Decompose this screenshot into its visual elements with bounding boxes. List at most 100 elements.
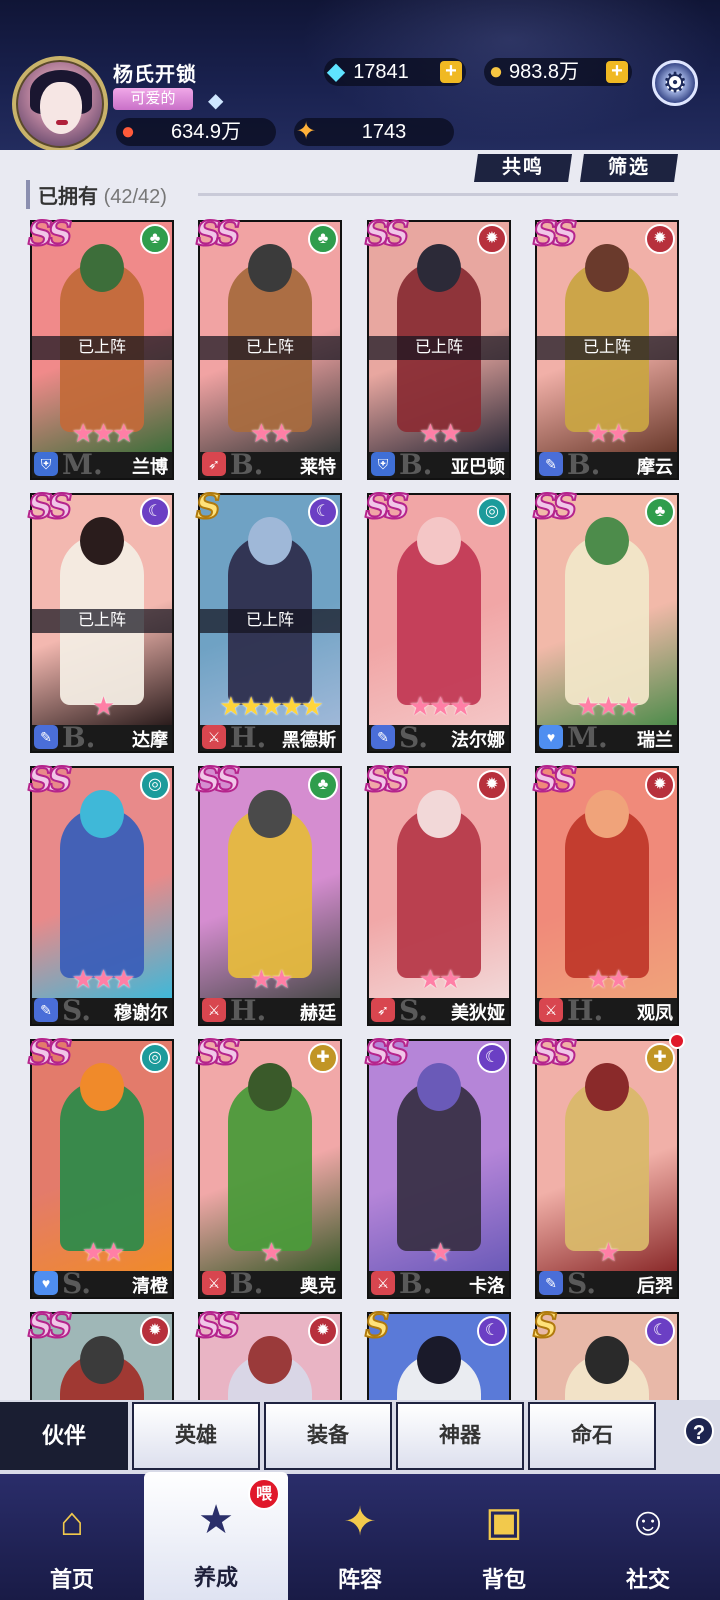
nav-lineup[interactable]: ✦ 阵容 — [288, 1474, 432, 1600]
rarity-badge: SS — [195, 759, 241, 801]
rarity-badge: SS — [532, 1032, 578, 1074]
tank-class-icon: ⛨ — [371, 452, 395, 476]
hero-card[interactable]: SS ✹ — [27, 1305, 174, 1400]
fire-element-icon: ✹ — [645, 770, 675, 800]
tab-hero[interactable]: 英雄 — [132, 1402, 260, 1470]
home-icon: ⌂ — [59, 1500, 85, 1544]
rarity-badge: SS — [27, 213, 73, 255]
nav-develop[interactable]: ★ 养成 喂 — [144, 1472, 288, 1600]
help-icon[interactable]: ? — [684, 1416, 714, 1446]
hero-card[interactable]: SS ◎ ★★★ ✎ S. 穆谢尔 — [27, 759, 174, 1027]
hero-card[interactable]: SS ✚ ★ ✎ S. 后羿 — [532, 1032, 685, 1300]
hero-card[interactable]: SS ✚ ★ ⚔ B. 奥克 — [195, 1032, 342, 1300]
rarity-badge: SS — [364, 213, 410, 255]
star-rating: ★ — [428, 1237, 452, 1267]
warrior-class-icon: ⚔ — [202, 1271, 226, 1295]
star-rating: ★ — [596, 1237, 620, 1267]
deployed-label: 已上阵 — [537, 336, 677, 360]
resonance-button[interactable]: 共鸣 — [474, 154, 572, 182]
tab-partner[interactable]: 伙伴 — [0, 1402, 128, 1470]
hero-card[interactable]: S ☾ 已上阵 ★★★★★ ⚔ H. 黑德斯 — [195, 486, 342, 754]
nav-label: 背包 — [481, 1567, 526, 1593]
mage-class-icon: ✎ — [539, 1271, 563, 1295]
hero-name: 黑德斯 — [282, 730, 336, 751]
fire-element-icon: ✹ — [140, 1316, 170, 1346]
star-rating: ★★ — [418, 964, 463, 994]
star-rating: ★★★ — [71, 964, 136, 994]
hero-name: 兰博 — [132, 457, 168, 478]
gold-value: 983.8万 — [508, 61, 580, 83]
hero-card[interactable]: SS ✹ 已上阵 ★★ ✎ B. 摩云 — [532, 213, 679, 481]
rarity-badge: SS — [195, 1032, 241, 1074]
hero-letter-mark: B. — [399, 1267, 433, 1300]
rarity-badge: SS — [27, 1305, 73, 1347]
bottom-nav: ⌂ 首页 ★ 养成 喂 ✦ 阵容 ▣ 背包 ☺ 社交 — [0, 1472, 720, 1600]
star-counter: ✦ 1743 — [294, 118, 454, 146]
hero-card[interactable]: SS ✹ 已上阵 ★★ ⛨ B. 亚巴顿 — [364, 213, 511, 481]
nav-home[interactable]: ⌂ 首页 — [0, 1474, 144, 1600]
hero-letter-mark: H. — [230, 721, 267, 754]
star-rating: ★★★ — [71, 418, 136, 448]
ranger-class-icon: ➶ — [202, 452, 226, 476]
hero-name: 穆谢尔 — [114, 1003, 168, 1024]
nav-label: 阵容 — [337, 1567, 382, 1593]
nav-backpack[interactable]: ▣ 背包 — [432, 1474, 576, 1600]
hero-card[interactable]: SS ◎ ★★★ ✎ S. 法尔娜 — [364, 486, 511, 754]
star-rating: ★★★★★ — [219, 691, 324, 721]
hero-card[interactable]: SS ♣ ★★★ ♥ M. 瑞兰 — [532, 486, 679, 754]
hero-card[interactable]: SS ✹ ★★ ➶ S. 美狄娅 — [364, 759, 511, 1027]
support-class-icon: ♥ — [539, 725, 563, 749]
social-icon: ☺ — [627, 1500, 669, 1544]
hero-card[interactable]: SS ✹ ★★ ⚔ H. 观凤 — [532, 759, 679, 1027]
owned-header: 已拥有 (42/42) — [26, 180, 167, 209]
gems-value: 17841 — [353, 61, 409, 83]
mage-class-icon: ✎ — [371, 725, 395, 749]
star-rating: ★ — [259, 1237, 283, 1267]
tab-equipment[interactable]: 装备 — [264, 1402, 392, 1470]
star-rating: ★★ — [586, 418, 631, 448]
tab-fate-stone[interactable]: 命石 — [528, 1402, 656, 1470]
hero-card[interactable]: SS ✹ — [195, 1305, 342, 1400]
star-rating: ★★ — [249, 964, 294, 994]
rarity-badge: SS — [532, 486, 578, 528]
add-gold-button[interactable]: + — [606, 61, 628, 83]
add-gems-button[interactable]: + — [440, 61, 462, 83]
fire-element-icon: ✹ — [645, 224, 675, 254]
moon-element-icon: ☾ — [645, 1316, 675, 1346]
hero-card[interactable]: SS ♣ 已上阵 ★★ ➶ B. 莱特 — [195, 213, 342, 481]
warrior-class-icon: ⚔ — [539, 998, 563, 1022]
hero-name: 观凤 — [637, 1003, 673, 1024]
hero-card[interactable]: SS ☾ ★ ⚔ B. 卡洛 — [364, 1032, 511, 1300]
hero-card[interactable]: SS ♣ 已上阵 ★★★ ⛨ M. 兰博 — [27, 213, 174, 481]
rarity-badge: SS — [532, 213, 578, 255]
hero-name: 赫廷 — [300, 1003, 336, 1024]
diamond-rank-icon: ◆ — [208, 90, 224, 112]
moon-element-icon: ☾ — [477, 1043, 507, 1073]
hero-card[interactable]: SS ☾ 已上阵 ★ ✎ B. 达摩 — [27, 486, 174, 754]
hero-card[interactable]: S ☾ — [532, 1305, 679, 1400]
hero-letter-mark: B. — [230, 448, 264, 481]
player-avatar[interactable] — [12, 56, 108, 150]
settings-gear-icon[interactable]: ⚙ — [652, 60, 698, 106]
hero-letter-mark: H. — [230, 994, 267, 1027]
hero-letter-mark: S. — [567, 1267, 596, 1300]
fire-element-icon: ✹ — [308, 1316, 338, 1346]
hero-name: 后羿 — [637, 1276, 673, 1297]
hero-letter-mark: S. — [62, 994, 91, 1027]
water-element-icon: ◎ — [140, 770, 170, 800]
hero-letter-mark: B. — [399, 448, 433, 481]
hero-card[interactable]: SS ♣ ★★ ⚔ H. 赫廷 — [195, 759, 342, 1027]
hero-card[interactable]: SS ◎ ★★ ♥ S. 清橙 — [27, 1032, 174, 1300]
top-bar: 杨氏开锁 可爱的 ◆ ◆ 17841 + ● 983.8万 + ● 634.9万… — [0, 0, 720, 150]
rarity-badge: SS — [27, 486, 73, 528]
filter-button[interactable]: 筛选 — [580, 154, 678, 182]
star-rating: ★★★ — [576, 691, 641, 721]
player-title-badge: 可爱的 — [113, 88, 193, 110]
hero-grid: SS ♣ 已上阵 ★★★ ⛨ M. 兰博 SS ♣ 已上阵 ★★ ➶ B. 莱特 SS ✹ 已上阵 ★★ ⛨ B. 亚巴… — [0, 210, 720, 1400]
rarity-badge: SS — [27, 1032, 73, 1074]
gold-counter: ● 983.8万 + — [484, 58, 632, 86]
tab-artifact[interactable]: 神器 — [396, 1402, 524, 1470]
nav-social[interactable]: ☺ 社交 — [576, 1474, 720, 1600]
hero-card[interactable]: S ☾ — [364, 1305, 511, 1400]
power-value: 634.9万 — [170, 121, 242, 143]
